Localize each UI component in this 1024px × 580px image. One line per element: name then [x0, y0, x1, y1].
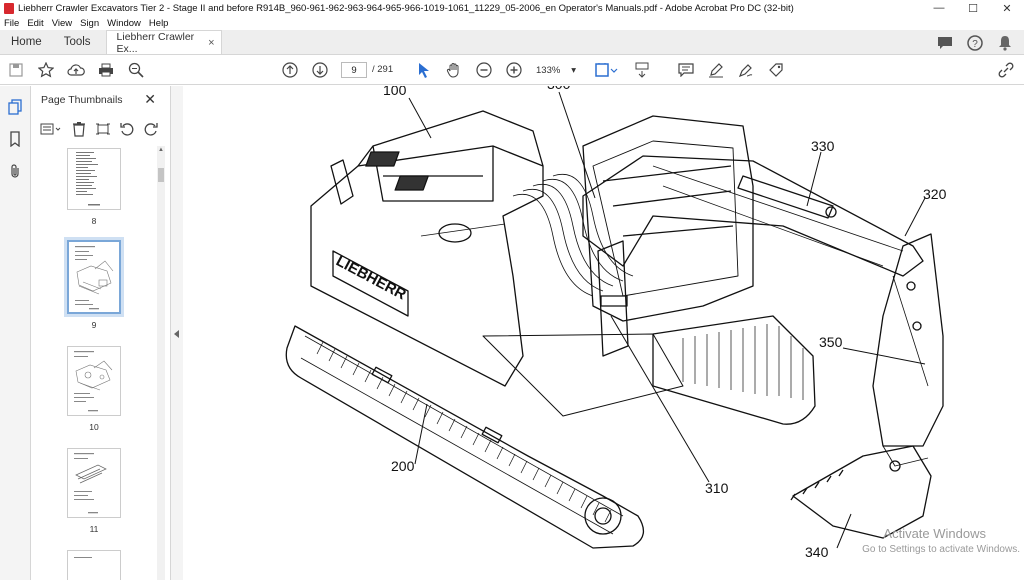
tab-document[interactable]: Liebherr Crawler Ex... × — [105, 30, 222, 55]
callout-340: 340 — [805, 544, 829, 560]
thumbnail-label: 11 — [89, 524, 99, 534]
page-thumbnail-10[interactable] — [67, 346, 121, 416]
menu-edit[interactable]: Edit — [27, 18, 43, 29]
menu-view[interactable]: View — [52, 18, 72, 29]
thumbnail-list: 8 9 10 11 — [31, 146, 159, 580]
excavator-drawing: LIEBHERR — [285, 91, 944, 549]
add-comment-icon[interactable] — [676, 60, 696, 80]
select-cursor-icon[interactable] — [414, 60, 434, 80]
thumbnail-scrollbar[interactable]: ▲ — [157, 146, 165, 580]
page-thumbnails-icon[interactable] — [6, 98, 24, 116]
callout-200: 200 — [391, 458, 415, 474]
page-thumbnail-11[interactable] — [67, 448, 121, 518]
previous-page-icon[interactable] — [280, 60, 300, 80]
thumbnail-label: 10 — [89, 422, 99, 432]
upload-cloud-icon[interactable] — [66, 60, 86, 80]
page-thumbnail-9[interactable] — [64, 237, 124, 317]
draw-freeform-icon[interactable] — [736, 60, 756, 80]
thumbnail-label: 9 — [91, 320, 97, 330]
close-panel-button[interactable]: ✕ — [144, 91, 156, 108]
close-window-button[interactable]: ✕ — [990, 0, 1024, 16]
extract-pages-icon[interactable] — [93, 119, 113, 139]
window-title: Liebherr Crawler Excavators Tier 2 - Sta… — [18, 2, 794, 14]
svg-text:?: ? — [972, 39, 978, 50]
highlight-pen-icon[interactable] — [706, 60, 726, 80]
next-page-icon[interactable] — [310, 60, 330, 80]
collapse-arrow-icon[interactable] — [174, 330, 179, 338]
menu-sign[interactable]: Sign — [80, 18, 99, 29]
maximize-button[interactable]: ☐ — [956, 0, 990, 16]
comment-icon[interactable] — [936, 34, 954, 52]
panel-title: Page Thumbnails — [41, 94, 123, 106]
rotate-clockwise-icon[interactable] — [141, 119, 161, 139]
panel-splitter[interactable] — [171, 86, 183, 580]
title-bar: Liebherr Crawler Excavators Tier 2 - Sta… — [0, 0, 1024, 16]
main-toolbar: 9 / 291 133% ▾ — [0, 55, 1024, 85]
minimize-button[interactable]: — — [922, 0, 956, 16]
scroll-up-icon[interactable]: ▲ — [157, 146, 165, 154]
scrollbar-thumb[interactable] — [158, 168, 164, 182]
tab-bar: Home Tools Liebherr Crawler Ex... × ? — [0, 30, 1024, 55]
activation-watermark-title: Activate Windows — [883, 526, 986, 541]
page-number-input[interactable]: 9 — [341, 62, 367, 78]
tab-home[interactable]: Home — [0, 30, 53, 54]
page-thumbnail-12[interactable] — [67, 550, 121, 580]
save-icon[interactable] — [6, 60, 26, 80]
zoom-out-icon[interactable] — [474, 60, 494, 80]
delete-page-icon[interactable] — [69, 119, 89, 139]
scrolling-mode-icon[interactable] — [632, 60, 652, 80]
menu-file[interactable]: File — [4, 18, 19, 29]
bookmarks-icon[interactable] — [6, 130, 24, 148]
callout-320: 320 — [923, 186, 947, 202]
menu-window[interactable]: Window — [107, 18, 141, 29]
menu-bar: File Edit View Sign Window Help — [0, 16, 1024, 30]
zoom-level-select[interactable]: 133% ▾ — [533, 62, 579, 78]
navigation-pane-strip — [0, 86, 31, 580]
bookmark-star-icon[interactable] — [36, 60, 56, 80]
hand-tool-icon[interactable] — [444, 60, 464, 80]
rotate-counterclockwise-icon[interactable] — [117, 119, 137, 139]
share-link-icon[interactable] — [996, 60, 1016, 80]
thumbnail-label: 8 — [91, 216, 97, 226]
help-icon[interactable]: ? — [966, 34, 984, 52]
document-tab-label: Liebherr Crawler Ex... — [116, 30, 195, 55]
zoom-in-icon[interactable] — [504, 60, 524, 80]
acrobat-app-icon — [4, 2, 14, 14]
page-thumbnails-panel: Page Thumbnails ✕ 8 9 10 11 ▲ — [31, 86, 171, 580]
page-layout-icon[interactable] — [592, 60, 620, 80]
chevron-down-icon: ▾ — [571, 64, 576, 76]
thumbnail-options-icon[interactable] — [37, 119, 65, 139]
attachments-paperclip-icon[interactable] — [6, 162, 24, 180]
callout-330: 330 — [811, 138, 835, 154]
tab-tools[interactable]: Tools — [53, 30, 102, 54]
page-total: / 291 — [372, 64, 394, 75]
callout-310: 310 — [705, 480, 729, 496]
document-view[interactable]: LIEBHERR 100 300 330 320 350 200 310 340… — [183, 86, 1024, 580]
page-thumbnail-8[interactable] — [67, 148, 121, 210]
callout-300: 300 — [547, 86, 570, 92]
menu-help[interactable]: Help — [149, 18, 169, 29]
callout-100: 100 — [383, 86, 407, 98]
zoom-level-value: 133% — [536, 64, 561, 76]
notification-bell-icon[interactable] — [996, 34, 1014, 52]
print-icon[interactable] — [96, 60, 116, 80]
callout-350: 350 — [819, 334, 843, 350]
close-tab-button[interactable]: × — [208, 37, 214, 49]
fill-and-sign-icon[interactable] — [766, 60, 786, 80]
find-zoom-icon[interactable] — [126, 60, 146, 80]
activation-watermark-subtitle: Go to Settings to activate Windows. — [862, 544, 1020, 555]
